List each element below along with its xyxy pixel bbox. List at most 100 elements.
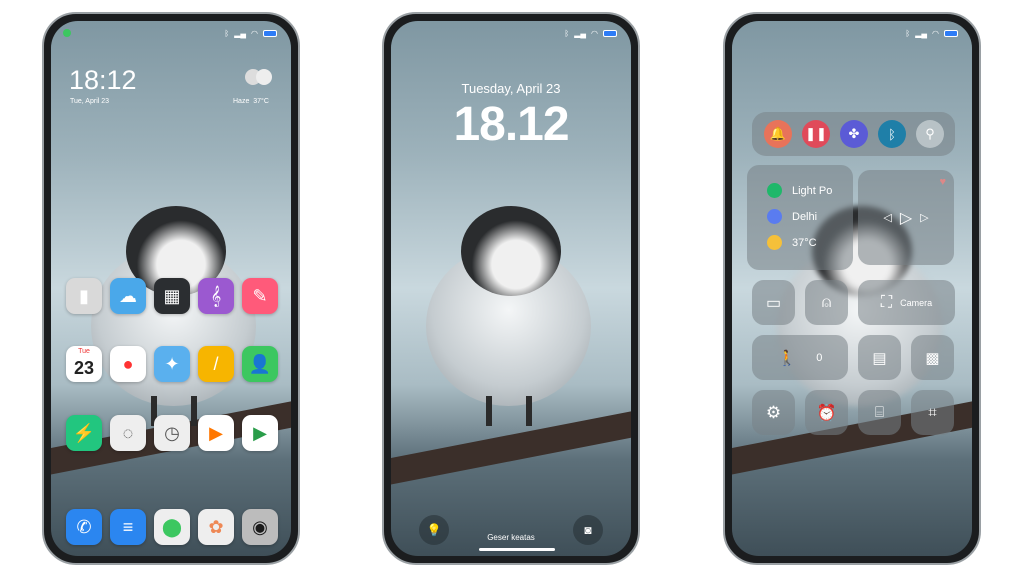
- dock-settings[interactable]: ⬤: [154, 509, 190, 545]
- dock-gallery[interactable]: ✿: [198, 509, 234, 545]
- gallery-icon: ✿: [208, 516, 224, 537]
- status-bar: ᛒ ▂▄ ◠: [224, 29, 277, 38]
- camera-icon: ◉: [252, 516, 268, 537]
- clock[interactable]: 18:12: [69, 65, 137, 96]
- play-icon[interactable]: ▷: [900, 208, 912, 228]
- app-calendar[interactable]: Tue 23: [66, 346, 102, 382]
- home-indicator[interactable]: [479, 548, 555, 551]
- weather-icon: [245, 69, 273, 85]
- dock-camera[interactable]: ◉: [242, 509, 278, 545]
- signal-icon: ▂▄: [574, 29, 587, 38]
- signal-icon: ▂▄: [915, 29, 928, 38]
- app-notes[interactable]: /: [198, 346, 234, 382]
- gear-icon: ⚙: [765, 402, 782, 422]
- dock-messages[interactable]: ≡: [110, 509, 146, 545]
- qr-scan-button[interactable]: ⌗: [911, 390, 954, 435]
- contacts-icon: 👤: [248, 353, 272, 374]
- notes-button[interactable]: ▤: [858, 335, 901, 380]
- video-icon: ▶: [209, 422, 223, 443]
- signal-icon: ▂▄: [234, 29, 247, 38]
- app-play-store[interactable]: ▶: [242, 415, 278, 451]
- swipe-hint: Geser keatas: [487, 533, 535, 542]
- wifi-icon: ◠: [591, 29, 598, 38]
- previous-icon[interactable]: ◁: [883, 211, 891, 224]
- toggle-theme[interactable]: ✤: [840, 120, 868, 148]
- location-pin-icon: [767, 209, 782, 224]
- app-themes[interactable]: ✎: [242, 278, 278, 314]
- info-label: Light Po: [792, 184, 833, 197]
- media-widget: ♥ ◁ ▷ ▷: [858, 170, 954, 265]
- app-calculator[interactable]: ▮: [66, 278, 102, 314]
- info-label: 37°C: [792, 236, 817, 249]
- barcode-scan-button[interactable]: ⌸: [858, 390, 901, 435]
- app-browser[interactable]: ✦: [154, 346, 190, 382]
- date: Tue, April 23: [70, 98, 110, 105]
- phone-icon: ✆: [76, 516, 92, 537]
- steps-tile[interactable]: 🚶 0: [752, 335, 848, 380]
- phone-lock: ᛒ ▂▄ ◠ Tuesday, April 23 18.12 💡 ◙ Geser k…: [382, 12, 640, 565]
- app-contacts[interactable]: 👤: [242, 346, 278, 382]
- leaf-icon: [767, 183, 782, 198]
- heart-icon[interactable]: ♥: [939, 176, 946, 188]
- notes-icon: /: [213, 353, 219, 374]
- settings-icon: ⬤: [161, 516, 183, 537]
- browser-icon: ✦: [164, 353, 180, 374]
- sun-icon: [767, 235, 782, 250]
- camera-tile[interactable]: ⛶ Camera: [858, 280, 955, 325]
- settings-button[interactable]: ⚙: [752, 390, 795, 435]
- info-row: Delhi: [767, 209, 817, 224]
- android-button[interactable]: ⍝: [805, 280, 848, 325]
- lock-date: Tuesday, April 23: [461, 81, 561, 96]
- app-recorder[interactable]: ●: [110, 346, 146, 382]
- wallet-button[interactable]: ▭: [752, 280, 795, 325]
- bird-wallpaper: [426, 206, 591, 426]
- phone-home: ᛒ ▂▄ ◠ 18:12 Tue, April 23 Haze 37°C ▮ ☁ ▦ 𝄞 ✎…: [42, 12, 300, 565]
- toggle-bluetooth[interactable]: ᛒ: [878, 120, 906, 148]
- weather-condition: Haze: [233, 98, 250, 105]
- widgets-icon: ▦: [163, 285, 181, 306]
- app-video[interactable]: ▶: [198, 415, 234, 451]
- app-security[interactable]: ⚡: [66, 415, 102, 451]
- wifi-icon: ◠: [251, 29, 258, 38]
- calendar-icon: 23: [73, 357, 95, 378]
- notification-dot-icon: [63, 29, 71, 37]
- status-bar: ᛒ ▂▄ ◠: [564, 29, 617, 38]
- recorder-icon: ●: [122, 353, 134, 374]
- battery-icon: [263, 30, 277, 37]
- toggle-mute[interactable]: ❚❚: [802, 120, 830, 148]
- info-label: Delhi: [792, 210, 818, 223]
- wifi-icon: ◠: [932, 29, 939, 38]
- toggle-notification[interactable]: 🔔: [764, 120, 792, 148]
- bluetooth-icon: ᛒ: [224, 29, 230, 38]
- document-icon: ▤: [872, 349, 887, 367]
- bluetooth-icon: ᛒ: [888, 126, 896, 142]
- app-weather[interactable]: ☁: [110, 278, 146, 314]
- weather-icon: ☁: [119, 285, 137, 306]
- next-icon[interactable]: ▷: [920, 211, 928, 224]
- qr-scan-icon: ⌗: [928, 404, 937, 421]
- qr-button[interactable]: ▩: [911, 335, 954, 380]
- clock-icon: ◷: [164, 422, 180, 443]
- mute-icon: ❚❚: [805, 126, 827, 141]
- dock-phone[interactable]: ✆: [66, 509, 102, 545]
- security-icon: ⚡: [72, 422, 96, 443]
- app-music[interactable]: 𝄞: [198, 278, 234, 314]
- app-widgets[interactable]: ▦: [154, 278, 190, 314]
- theme-icon: ✤: [848, 126, 860, 141]
- alarm-clock-icon: ⏰: [816, 404, 837, 422]
- status-bar: ᛒ ▂▄ ◠: [905, 29, 958, 38]
- calendar-day: Tue: [78, 348, 90, 355]
- lock-time: 18.12: [453, 98, 569, 151]
- info-row: 37°C: [767, 235, 817, 250]
- info-widget[interactable]: Light Po Delhi 37°C: [747, 165, 853, 270]
- android-icon: ⍝: [821, 293, 832, 311]
- control-center-screen: ᛒ ▂▄ ◠ 🔔 ❚❚ ✤ ᛒ ⚲ Light Po Delhi 37°C ♥ ◁ ▷ ▷ ▭ ⍝ …: [732, 21, 972, 556]
- barcode-scan-icon: ⌸: [874, 404, 884, 421]
- toggle-location[interactable]: ⚲: [916, 120, 944, 148]
- home-screen: ᛒ ▂▄ ◠ 18:12 Tue, April 23 Haze 37°C ▮ ☁ ▦ 𝄞 ✎…: [51, 21, 291, 556]
- wallet-icon: ▭: [765, 294, 782, 312]
- app-clock[interactable]: ◷: [154, 415, 190, 451]
- quick-toggles: 🔔 ❚❚ ✤ ᛒ ⚲: [752, 112, 955, 156]
- app-compass[interactable]: ◌: [110, 415, 146, 451]
- alarm-button[interactable]: ⏰: [805, 390, 848, 435]
